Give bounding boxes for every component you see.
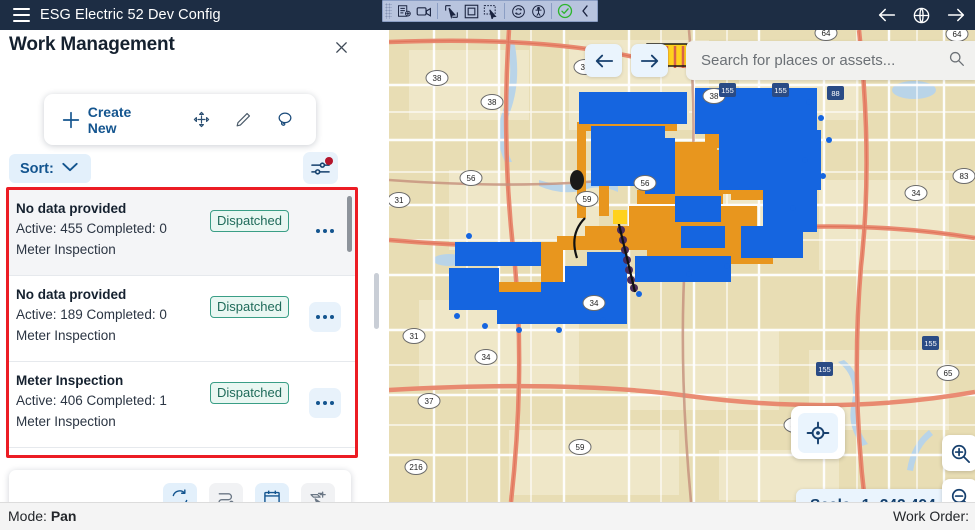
work-management-panel: Work Management Create New Sort: No data… <box>0 30 389 525</box>
work-order-status: Work Order: <box>893 508 969 524</box>
svg-text:59: 59 <box>583 195 592 204</box>
window-select-icon[interactable] <box>481 2 501 20</box>
app-header-actions <box>876 0 967 30</box>
svg-text:38: 38 <box>433 74 442 83</box>
status-badge: Dispatched <box>209 296 289 318</box>
toolbar-drag-handle[interactable] <box>385 3 392 19</box>
work-order-name: Meter Inspection <box>16 373 124 388</box>
svg-text:31: 31 <box>410 332 419 341</box>
search-icon[interactable] <box>948 50 965 72</box>
svg-text:56: 56 <box>467 174 476 183</box>
region-select-icon[interactable] <box>461 2 481 20</box>
record-video-icon[interactable] <box>414 2 434 20</box>
map-scale-indicator: Scale: 1: 242,494 <box>796 489 950 502</box>
svg-text:65: 65 <box>944 369 953 378</box>
pencil-icon[interactable] <box>227 103 261 137</box>
create-new-button[interactable]: Create New <box>88 104 163 136</box>
cursor-select-icon[interactable] <box>441 2 461 20</box>
close-icon[interactable] <box>330 36 352 58</box>
app-title: ESG Electric 52 Dev Config <box>40 7 221 23</box>
check-ok-icon[interactable] <box>555 2 575 20</box>
zoom-out-icon[interactable] <box>942 479 975 502</box>
move-icon[interactable] <box>185 103 219 137</box>
status-bar: Mode: Pan Work Order: <box>0 502 975 530</box>
map-zoom-controls <box>942 435 975 502</box>
accessibility-icon[interactable] <box>528 2 548 20</box>
arrow-right-icon[interactable] <box>631 44 668 77</box>
work-order-counts: Active: 189 Completed: 0 <box>16 307 167 322</box>
map-history-nav <box>585 44 668 77</box>
create-new-toolbar: Create New <box>44 94 316 145</box>
svg-text:59: 59 <box>576 443 585 452</box>
svg-text:34: 34 <box>482 353 491 362</box>
work-order-type: Meter Inspection <box>16 414 116 429</box>
table-row[interactable]: No data provided Active: 189 Completed: 0… <box>9 276 355 362</box>
table-row[interactable]: No data provided Active: 455 Completed: 0… <box>9 190 355 276</box>
svg-text:34: 34 <box>912 189 921 198</box>
more-options-icon[interactable] <box>309 216 341 246</box>
svg-text:38: 38 <box>710 92 719 101</box>
svg-text:155: 155 <box>924 339 937 348</box>
mode-label: Mode: <box>8 508 47 524</box>
zoom-in-icon[interactable] <box>942 435 975 471</box>
work-order-name: No data provided <box>16 201 127 216</box>
svg-text:216: 216 <box>409 463 423 472</box>
status-badge: Dispatched <box>209 210 289 232</box>
globe-icon[interactable] <box>912 6 931 25</box>
screenshot-settings-icon[interactable] <box>394 2 414 20</box>
list-scrollbar[interactable] <box>347 196 352 252</box>
svg-text:31: 31 <box>395 196 404 205</box>
svg-text:155: 155 <box>774 86 787 95</box>
filter-sliders-icon[interactable] <box>303 152 338 184</box>
mode-value: Pan <box>50 508 77 524</box>
panel-resize-handle[interactable] <box>374 273 379 329</box>
page-title: Work Management <box>9 34 175 55</box>
svg-text:56: 56 <box>641 179 650 188</box>
lasso-icon[interactable] <box>268 103 302 137</box>
work-order-type: Meter Inspection <box>16 242 116 257</box>
map-view[interactable]: 38 38 38 38 64 64 56 56 59 59 31 31 34 3… <box>389 30 975 502</box>
arrow-left-icon[interactable] <box>876 4 898 26</box>
sync-disabled-icon[interactable] <box>508 2 528 20</box>
svg-text:155: 155 <box>818 365 831 374</box>
sort-label: Sort: <box>20 160 54 177</box>
hamburger-icon[interactable] <box>6 0 36 30</box>
map-canvas: 38 38 38 38 64 64 56 56 59 59 31 31 34 3… <box>389 30 975 502</box>
chevron-down-icon <box>61 160 79 178</box>
svg-text:83: 83 <box>960 172 969 181</box>
svg-text:37: 37 <box>425 397 434 406</box>
sort-button[interactable]: Sort: <box>9 154 91 183</box>
notification-dot <box>325 157 333 165</box>
table-row[interactable]: Meter Inspection Active: 406 Completed: 1… <box>9 362 355 448</box>
svg-text:64: 64 <box>953 30 962 39</box>
work-order-type: Meter Inspection <box>16 328 116 343</box>
collapse-left-icon[interactable] <box>575 2 595 20</box>
more-options-icon[interactable] <box>309 302 341 332</box>
panel-header: Work Management <box>0 30 389 68</box>
plus-icon[interactable] <box>58 107 84 133</box>
work-order-name: No data provided <box>16 287 127 302</box>
system-overlay-toolbar <box>382 0 598 22</box>
svg-text:64: 64 <box>822 30 831 38</box>
work-order-list[interactable]: No data provided Active: 455 Completed: 0… <box>9 190 355 455</box>
crosshair-locate-icon[interactable] <box>791 406 845 459</box>
svg-text:155: 155 <box>721 86 734 95</box>
more-options-icon[interactable] <box>309 388 341 418</box>
svg-text:88: 88 <box>831 89 839 98</box>
arrow-left-icon[interactable] <box>585 44 622 77</box>
status-badge: Dispatched <box>209 382 289 404</box>
svg-text:38: 38 <box>488 98 497 107</box>
work-order-counts: Active: 455 Completed: 0 <box>16 221 167 236</box>
arrow-right-icon[interactable] <box>945 4 967 26</box>
search-input[interactable] <box>701 52 948 69</box>
search-box[interactable] <box>686 41 975 80</box>
work-order-counts: Active: 406 Completed: 1 <box>16 393 167 408</box>
svg-text:34: 34 <box>590 299 599 308</box>
mode-status: Mode: Pan <box>8 508 77 524</box>
